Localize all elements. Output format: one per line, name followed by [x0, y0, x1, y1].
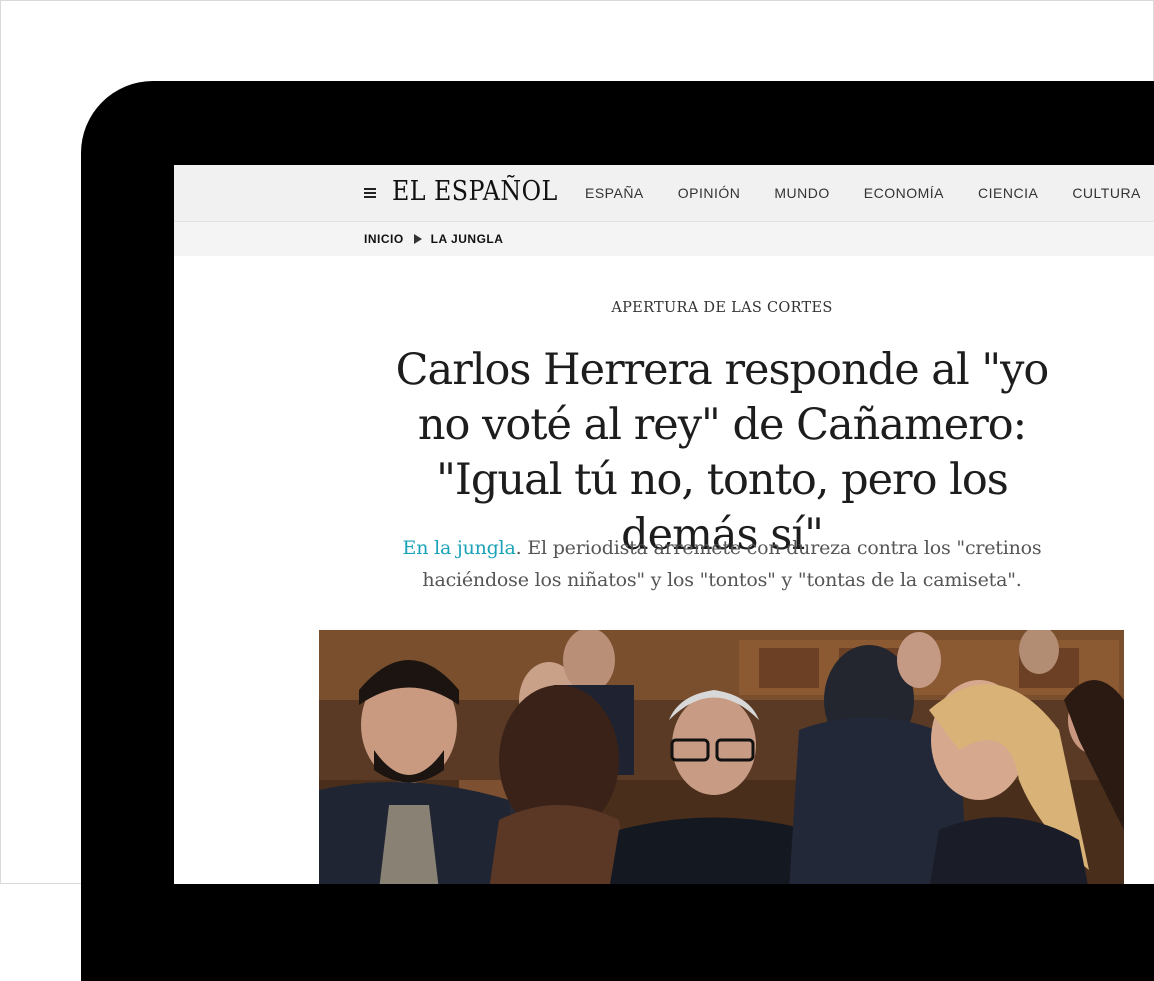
- parliament-photo-image: [319, 630, 1124, 884]
- nav-item-mundo[interactable]: MUNDO: [774, 185, 829, 201]
- standfirst-text: . El periodista arremete con dureza cont…: [422, 537, 1042, 591]
- breadcrumb-bar: INICIO LA JUNGLA: [174, 222, 1154, 256]
- article-lead-photo[interactable]: [319, 630, 1124, 884]
- main-nav: ESPAÑA OPINIÓN MUNDO ECONOMÍA CIENCIA CU…: [585, 165, 1154, 221]
- article-kicker: APERTURA DE LAS CORTES: [611, 300, 833, 316]
- hamburger-menu-icon[interactable]: [364, 185, 377, 198]
- article-standfirst: En la jungla. El periodista arremete con…: [364, 532, 1080, 596]
- breadcrumb-home-link[interactable]: INICIO: [364, 232, 404, 246]
- site-header: EL ESPAÑOL ESPAÑA OPINIÓN MUNDO ECONOMÍA…: [174, 165, 1154, 222]
- nav-item-espana[interactable]: ESPAÑA: [585, 185, 644, 201]
- breadcrumb-arrow-icon: [413, 234, 422, 244]
- site-logo[interactable]: EL ESPAÑOL: [392, 175, 558, 209]
- standfirst-section-link[interactable]: En la jungla: [403, 537, 516, 559]
- nav-item-opinion[interactable]: OPINIÓN: [678, 185, 741, 201]
- breadcrumb: INICIO LA JUNGLA: [364, 222, 503, 256]
- nav-item-cultura[interactable]: CULTURA: [1072, 185, 1141, 201]
- browser-screen: EL ESPAÑOL ESPAÑA OPINIÓN MUNDO ECONOMÍA…: [174, 165, 1154, 884]
- nav-item-ciencia[interactable]: CIENCIA: [978, 185, 1038, 201]
- breadcrumb-section-link[interactable]: LA JUNGLA: [431, 232, 504, 246]
- article-headline: Carlos Herrera responde al "yo no voté a…: [395, 345, 1050, 560]
- nav-item-economia[interactable]: ECONOMÍA: [864, 185, 944, 201]
